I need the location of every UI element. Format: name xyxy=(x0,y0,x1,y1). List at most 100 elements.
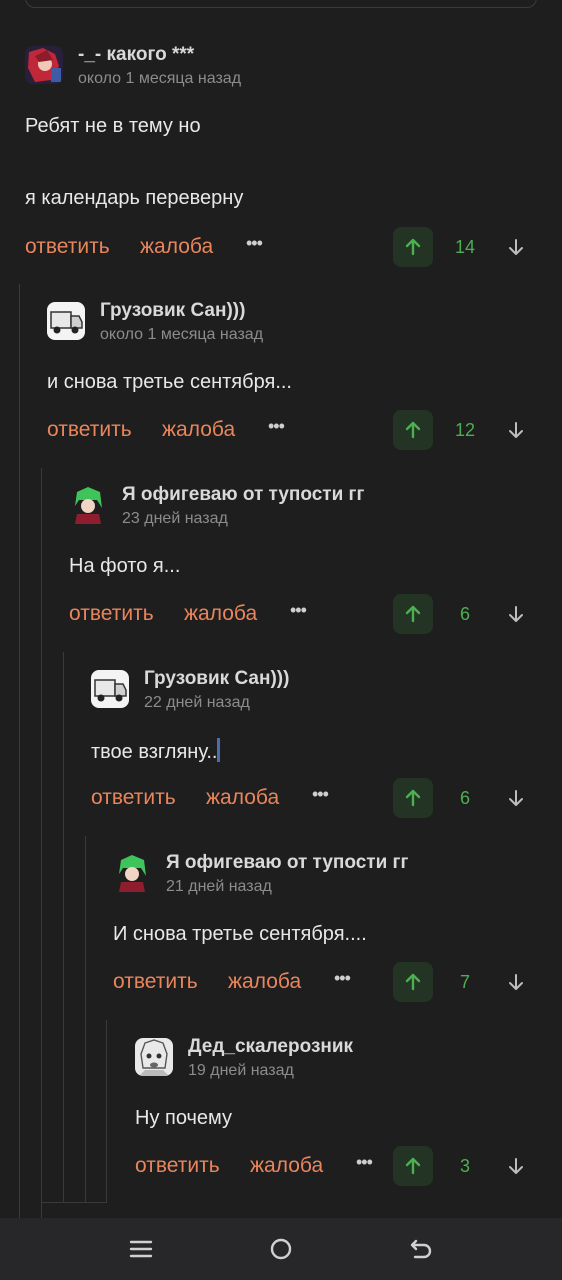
arrow-down-icon xyxy=(509,974,523,990)
comment-text: На фото я... xyxy=(69,540,562,578)
arrow-up-icon xyxy=(405,973,421,991)
comment-time: около 1 месяца назад xyxy=(100,326,264,343)
upvote-button[interactable] xyxy=(393,594,433,634)
report-button[interactable]: жалоба xyxy=(140,235,213,259)
downvote-button[interactable] xyxy=(504,235,528,259)
comment-text: И снова третье сентября.... xyxy=(113,908,562,946)
downvote-button[interactable] xyxy=(504,970,528,994)
thread-line xyxy=(63,652,64,1202)
comment: Грузовик Сан))) около 1 месяца назад и с… xyxy=(47,300,562,506)
comment: Я офигеваю от тупости гг 23 дней назад Н… xyxy=(69,484,562,578)
comment-author[interactable]: Я офигеваю от тупости гг xyxy=(122,484,364,506)
upvote-button[interactable] xyxy=(393,410,433,450)
more-button[interactable]: ••• xyxy=(334,968,351,989)
upvote-button[interactable] xyxy=(393,778,433,818)
report-button[interactable]: жалоба xyxy=(206,786,279,810)
reply-button[interactable]: ответить xyxy=(113,970,198,994)
avatar[interactable] xyxy=(135,1038,173,1076)
comment-time: 19 дней назад xyxy=(188,1062,294,1079)
reply-button[interactable]: ответить xyxy=(47,418,132,442)
input-box-edge[interactable] xyxy=(25,0,537,8)
comment-actions: ответить жалоба ••• 3 xyxy=(135,1146,562,1186)
avatar[interactable] xyxy=(69,486,107,524)
arrow-down-icon xyxy=(509,239,523,255)
upvote-button[interactable] xyxy=(393,962,433,1002)
arrow-up-icon xyxy=(405,605,421,623)
comment: Дед_скалерозник 19 дней назад Ну почему xyxy=(135,1036,562,1130)
arrow-up-icon xyxy=(405,238,421,256)
report-button[interactable]: жалоба xyxy=(162,418,235,442)
thread-line xyxy=(106,1020,107,1202)
comment-time: 21 дней назад xyxy=(166,878,272,895)
avatar[interactable] xyxy=(47,302,85,340)
comment-actions: ответить жалоба ••• 7 xyxy=(113,962,562,1002)
comment-text-line: Ребят не в тему но xyxy=(25,115,201,137)
comment: Я офигеваю от тупости гг 21 дней назад И… xyxy=(113,852,562,946)
more-button[interactable]: ••• xyxy=(268,416,285,437)
arrow-down-icon xyxy=(509,790,523,806)
thread-line xyxy=(41,468,42,1218)
comment-text: твое взгляну.. xyxy=(91,724,562,764)
arrow-up-icon xyxy=(405,789,421,807)
comment-author[interactable]: Грузовик Сан))) xyxy=(144,668,289,690)
comment-text-line: На фото я... xyxy=(69,555,181,577)
arrow-up-icon xyxy=(405,421,421,439)
comment-time: 23 дней назад xyxy=(122,510,228,527)
comment-text-line: И снова третье сентября.... xyxy=(113,923,367,945)
comment-text-line: и снова третье сентября... xyxy=(47,371,292,393)
back-icon[interactable] xyxy=(407,1235,435,1263)
avatar[interactable] xyxy=(113,854,151,892)
thread-line xyxy=(41,1202,107,1203)
score-value: 12 xyxy=(454,420,476,440)
report-button[interactable]: жалоба xyxy=(228,970,301,994)
comment-text-line: твое взгляну.. xyxy=(91,741,218,763)
score-value: 7 xyxy=(459,972,470,992)
comment-author[interactable]: -_- какого *** xyxy=(78,44,194,66)
comment-actions: ответить жалоба ••• 6 xyxy=(91,778,562,818)
home-icon[interactable] xyxy=(267,1235,295,1263)
avatar[interactable] xyxy=(25,46,63,84)
comment-author[interactable]: Грузовик Сан))) xyxy=(100,300,245,322)
reply-button[interactable]: ответить xyxy=(25,235,110,259)
comment-text: Ребят не в тему но я календарь переверну xyxy=(25,100,562,228)
comment-author[interactable]: Я офигеваю от тупости гг xyxy=(166,852,408,874)
upvote-button[interactable] xyxy=(393,1146,433,1186)
reply-button[interactable]: ответить xyxy=(91,786,176,810)
downvote-button[interactable] xyxy=(504,786,528,810)
comment-actions: ответить жалоба ••• 12 xyxy=(47,410,562,450)
comment-time: около 1 месяца назад xyxy=(78,70,242,87)
score-value: 6 xyxy=(459,788,470,808)
comment-text-line: Ну почему xyxy=(135,1107,233,1129)
more-button[interactable]: ••• xyxy=(290,600,307,621)
arrow-down-icon xyxy=(509,422,523,438)
system-nav-bar xyxy=(0,1218,562,1280)
comment: -_- какого *** около 1 месяца назад Ребя… xyxy=(25,44,562,267)
comment-actions: ответить жалоба ••• 14 xyxy=(25,227,562,267)
arrow-down-icon xyxy=(509,1158,523,1174)
comment-time: 22 дней назад xyxy=(144,694,250,711)
more-button[interactable]: ••• xyxy=(356,1152,373,1173)
more-button[interactable]: ••• xyxy=(312,784,329,805)
score-value: 6 xyxy=(459,604,470,624)
avatar[interactable] xyxy=(91,670,129,708)
report-button[interactable]: жалоба xyxy=(184,602,257,626)
comment-text-line: я календарь переверну xyxy=(25,187,244,209)
comment-text: Ну почему xyxy=(135,1092,562,1130)
reply-button[interactable]: ответить xyxy=(69,602,154,626)
arrow-down-icon xyxy=(509,606,523,622)
menu-icon[interactable] xyxy=(127,1235,155,1263)
more-button[interactable]: ••• xyxy=(246,233,263,254)
comment-text: и снова третье сентября... xyxy=(47,356,562,412)
comment-actions: ответить жалоба ••• 6 xyxy=(69,594,562,634)
upvote-button[interactable] xyxy=(393,227,433,267)
downvote-button[interactable] xyxy=(504,418,528,442)
downvote-button[interactable] xyxy=(504,602,528,626)
reply-button[interactable]: ответить xyxy=(135,1154,220,1178)
text-cursor xyxy=(217,738,221,762)
thread-line xyxy=(85,836,86,1202)
comment-author[interactable]: Дед_скалерозник xyxy=(188,1036,353,1058)
arrow-up-icon xyxy=(405,1157,421,1175)
downvote-button[interactable] xyxy=(504,1154,528,1178)
report-button[interactable]: жалоба xyxy=(250,1154,323,1178)
thread-line xyxy=(19,284,20,1218)
